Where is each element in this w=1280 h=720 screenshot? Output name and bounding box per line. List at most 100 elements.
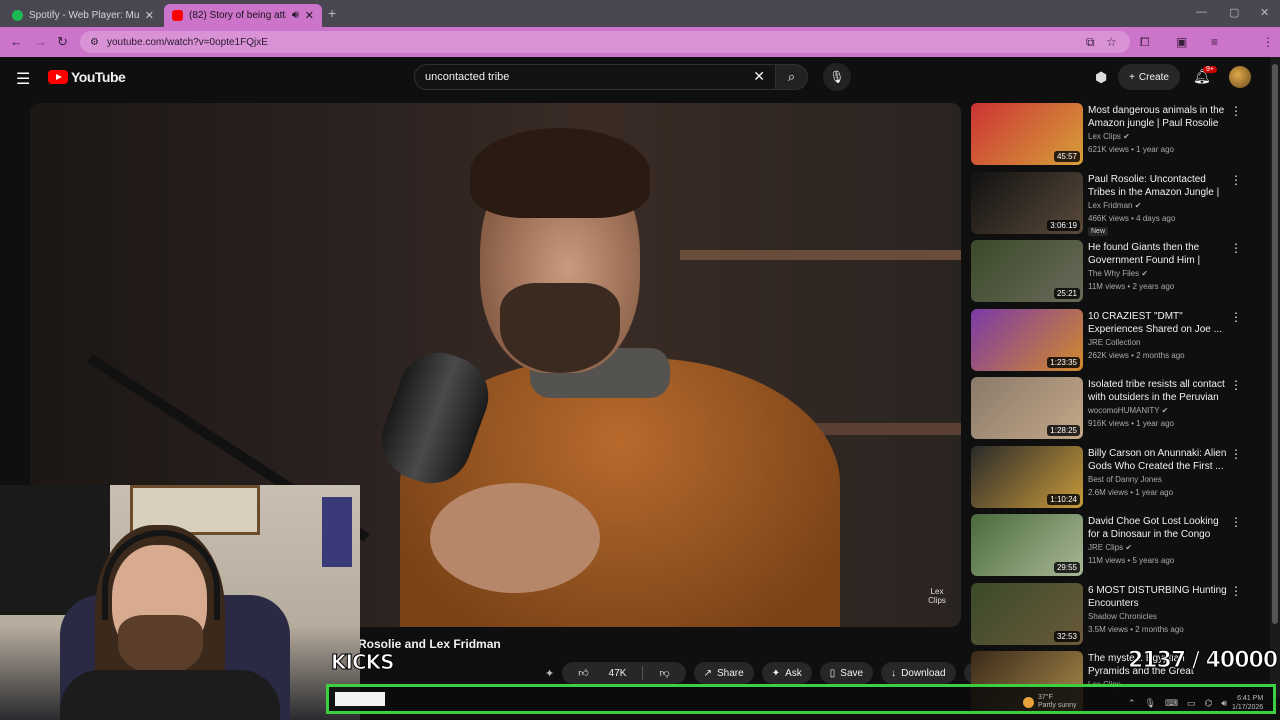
search-button[interactable]: ⌕	[776, 64, 808, 90]
channel-watermark[interactable]: Lex Clips	[926, 587, 948, 605]
related-video-title[interactable]: Isolated tribe resists all contact with …	[1088, 378, 1228, 404]
more-options-icon[interactable]: ⋮	[1230, 515, 1242, 529]
hamburger-menu-icon[interactable]: ☰	[16, 69, 30, 89]
like-button[interactable]: 👍︎ 47K	[562, 667, 642, 680]
related-video-item[interactable]: 3:06:19 Paul Rosolie: Uncontacted Tribes …	[971, 171, 1247, 236]
channel-name-text: JRE Clips	[1088, 543, 1124, 552]
reading-list-icon[interactable]: ≡	[1211, 35, 1218, 49]
related-video-title[interactable]: Paul Rosolie: Uncontacted Tribes in the …	[1088, 173, 1228, 199]
channel-name[interactable]: Best of Danny Jones	[1088, 475, 1162, 484]
youtube-logo[interactable]: YouTube	[48, 69, 126, 85]
related-video-item[interactable]: 25:21 He found Giants then the Government…	[971, 240, 1247, 304]
youtube-icon	[172, 10, 183, 21]
create-button[interactable]: + Create	[1118, 64, 1180, 90]
related-video-item[interactable]: 1:28:25 Isolated tribe resists all contac…	[971, 377, 1247, 441]
like-count: 47K	[608, 667, 627, 679]
related-video-title[interactable]: Most dangerous animals in the Amazon jun…	[1088, 104, 1228, 130]
network-icon[interactable]: ⌬	[1205, 698, 1213, 709]
speaker-icon[interactable]: 🔊︎	[292, 9, 299, 22]
related-video-item[interactable]: 45:57 Most dangerous animals in the Amazo…	[971, 103, 1247, 167]
video-thumbnail[interactable]: 45:57	[971, 103, 1083, 165]
new-tab-button[interactable]: +	[328, 5, 336, 21]
maximize-icon[interactable]: ▢	[1229, 6, 1239, 19]
video-thumbnail[interactable]: 1:28:25	[971, 377, 1083, 439]
back-icon[interactable]: ←	[10, 34, 23, 49]
more-options-icon[interactable]: ⋮	[1230, 447, 1242, 461]
video-thumbnail[interactable]: 29:55	[971, 514, 1083, 576]
taskbar-clock[interactable]: 6:41 PM 1/17/2026	[1232, 694, 1263, 712]
forward-icon[interactable]: →	[34, 34, 47, 49]
install-icon[interactable]: ⧉	[1086, 35, 1095, 50]
more-options-icon[interactable]: ⋮	[1230, 104, 1242, 118]
video-actions: ✦ 👍︎47K 👎︎ ↗Share ✦Ask ▯Save ↓Download •…	[545, 661, 991, 685]
reload-icon[interactable]: ↻	[57, 34, 68, 50]
bookmark-icon: ▯	[829, 667, 836, 679]
verified-check-icon: ✔︎	[1134, 200, 1142, 210]
channel-name[interactable]: wocomoHUMANITY ✔︎	[1088, 406, 1168, 415]
video-thumbnail[interactable]: 3:06:19	[971, 171, 1083, 234]
related-video-title[interactable]: He found Giants then the Government Foun…	[1088, 241, 1228, 267]
site-info-icon[interactable]: ⚙	[90, 37, 99, 48]
channel-name[interactable]: JRE Clips ✔︎	[1088, 543, 1132, 552]
related-video-item[interactable]: 1:23:35 10 CRAZIEST "DMT" Experiences Sha…	[971, 308, 1247, 373]
channel-name[interactable]: JRE Collection	[1088, 338, 1140, 347]
clear-search-icon[interactable]: ✕	[753, 68, 765, 85]
video-thumbnail[interactable]: 1:23:35	[971, 308, 1083, 371]
save-label: Save	[840, 667, 864, 679]
channel-name[interactable]: The Why Files ✔︎	[1088, 269, 1148, 278]
tab-title: Spotify - Web Player: Music for	[29, 10, 139, 21]
video-thumbnail[interactable]: 32:53	[971, 582, 1083, 645]
video-frame-shelf	[800, 423, 961, 435]
channel-name[interactable]: Lex Fridman ✔︎	[1088, 201, 1141, 210]
address-bar[interactable]: ⚙ youtube.com/watch?v=0opte1FQjxE	[80, 31, 1130, 53]
related-video-item[interactable]: 32:53 6 MOST DISTURBING Hunting Encounter…	[971, 582, 1247, 647]
close-window-icon[interactable]: ✕	[1260, 6, 1269, 19]
related-video-title[interactable]: 10 CRAZIEST "DMT" Experiences Shared on …	[1088, 310, 1228, 336]
cast-icon[interactable]: ⬢	[1095, 69, 1107, 86]
more-options-icon[interactable]: ⋮	[1230, 310, 1242, 324]
account-avatar[interactable]	[1229, 66, 1251, 88]
download-icon: ↓	[891, 667, 897, 679]
video-meta: 262K views • 2 months ago	[1088, 350, 1185, 360]
page-scrollbar-thumb[interactable]	[1272, 64, 1278, 624]
duration-badge: 32:53	[1053, 630, 1080, 642]
tab-spotify[interactable]: Spotify - Web Player: Music for ✕	[4, 4, 162, 27]
related-video-title[interactable]: 6 MOST DISTURBING Hunting Encounters	[1088, 584, 1228, 610]
minimize-icon[interactable]: —	[1196, 6, 1207, 18]
close-icon[interactable]: ✕	[145, 9, 154, 22]
more-options-icon[interactable]: ⋮	[1230, 584, 1242, 598]
video-frame-shelf	[680, 250, 961, 260]
search-input[interactable]: uncontacted tribe ✕	[414, 64, 776, 90]
channel-name[interactable]: Lex Clips ✔︎	[1088, 132, 1130, 141]
more-options-icon[interactable]: ⋮	[1230, 173, 1242, 187]
tab-title: (82) Story of being attacked	[189, 10, 286, 21]
bookmark-star-icon[interactable]: ☆	[1106, 35, 1117, 49]
video-meta: 916K views • 1 year ago	[1088, 419, 1174, 428]
close-icon[interactable]: ✕	[305, 9, 314, 22]
display-icon[interactable]: ▭	[1187, 698, 1196, 709]
related-video-item[interactable]: 29:55 David Choe Got Lost Looking for a D…	[971, 514, 1247, 578]
menu-kebab-icon[interactable]: ⋮	[1262, 35, 1274, 49]
related-video-title[interactable]: David Choe Got Lost Looking for a Dinosa…	[1088, 515, 1228, 541]
related-video-title[interactable]: Billy Carson on Anunnaki: Alien Gods Who…	[1088, 447, 1228, 473]
dislike-button[interactable]: 👎︎	[643, 667, 685, 679]
video-thumbnail[interactable]: 25:21	[971, 240, 1083, 302]
voice-search-button[interactable]: 🎙︎	[823, 63, 851, 91]
more-options-icon[interactable]: ⋮	[1230, 378, 1242, 392]
more-options-icon[interactable]: ⋮	[1230, 241, 1242, 255]
keyboard-icon[interactable]: ⌨	[1165, 698, 1178, 709]
sidebar-icon[interactable]: ▣	[1176, 35, 1187, 49]
chevron-up-icon[interactable]: ⌃	[1128, 698, 1136, 709]
share-button[interactable]: ↗ Share	[693, 662, 754, 684]
save-button[interactable]: ▯ Save	[819, 662, 874, 684]
channel-name[interactable]: Shadow Chronicles	[1088, 612, 1157, 621]
download-button[interactable]: ↓ Download	[881, 662, 956, 684]
related-video-item[interactable]: 1:10:24 Billy Carson on Anunnaki: Alien G…	[971, 445, 1247, 510]
video-thumbnail[interactable]: 1:10:24	[971, 445, 1083, 508]
volume-icon[interactable]: 🔊︎	[1221, 698, 1227, 709]
ask-button[interactable]: ✦ Ask	[761, 662, 812, 684]
taskbar-weather[interactable]: 37°F Partly sunny	[1023, 694, 1077, 710]
microphone-icon[interactable]: 🎙︎	[1145, 698, 1156, 709]
extensions-icon[interactable]: ⧠	[1140, 35, 1150, 50]
tab-youtube[interactable]: (82) Story of being attacked 🔊︎ ✕	[164, 4, 322, 27]
